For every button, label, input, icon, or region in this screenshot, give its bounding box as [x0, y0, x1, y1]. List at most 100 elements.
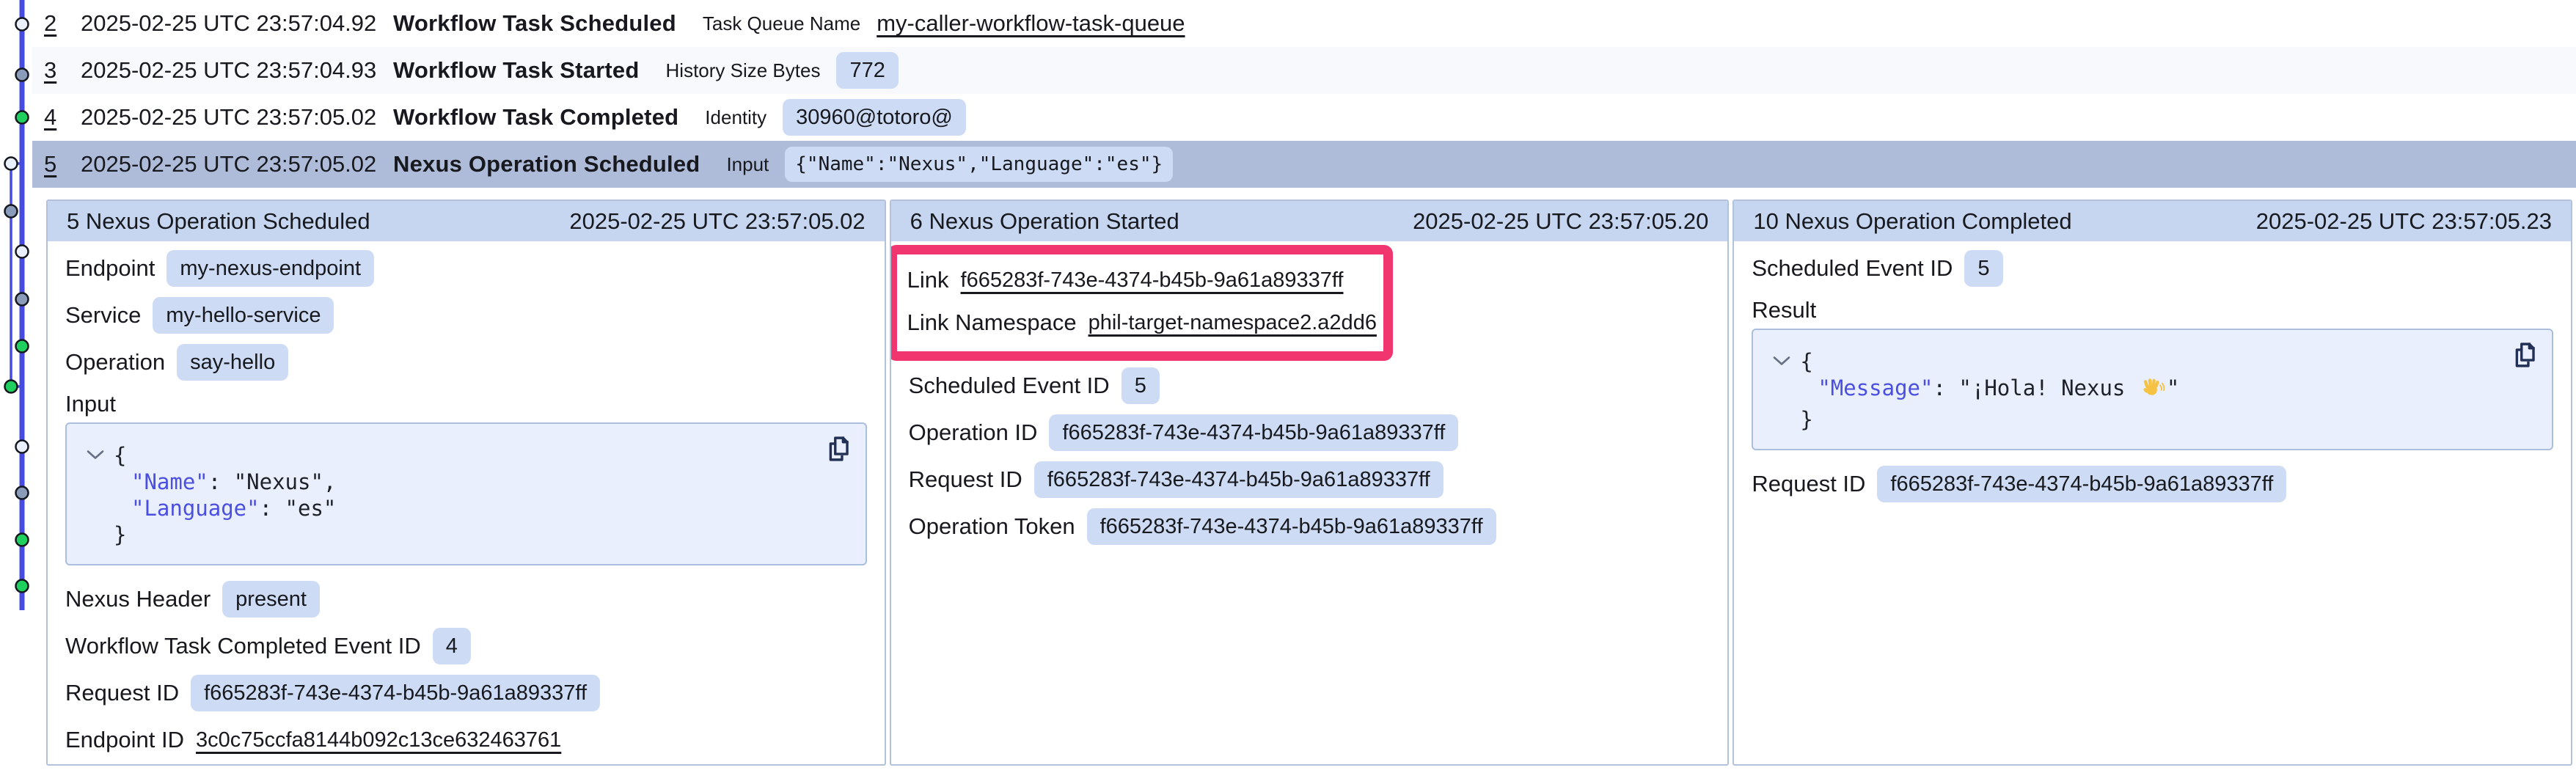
event-id-cell: 4 — [44, 104, 81, 131]
code-line: "Message": "¡Hola! Nexus " — [1772, 375, 2533, 406]
timeline-node-scheduled — [16, 18, 29, 31]
event-id-link[interactable]: 5 — [44, 151, 56, 177]
field-value-link[interactable]: f665283f-743e-4374-b45b-9a61a89337ff — [961, 268, 1344, 293]
code-line: "Name": "Nexus", — [86, 469, 846, 495]
event-detail-label: Input — [726, 153, 769, 176]
field-label: Endpoint — [65, 255, 155, 282]
field-label: Operation Token — [909, 513, 1075, 540]
field-label: Operation — [65, 349, 165, 375]
chevron-down-icon — [86, 450, 105, 461]
panel-body: Scheduled Event ID5 Result {"Message": "¡H… — [1734, 241, 2571, 508]
copy-icon — [826, 434, 851, 464]
timeline-node-scheduled — [16, 246, 29, 258]
event-detail-panel: 10 Nexus Operation Completed2025-02-25 U… — [1732, 199, 2572, 766]
event-id-link[interactable]: 3 — [44, 57, 56, 83]
detail-field-row: Workflow Task Completed Event ID 4 — [65, 623, 867, 670]
event-id-link[interactable]: 2 — [44, 10, 56, 36]
code-line: { — [1772, 346, 2533, 375]
code-line: } — [86, 521, 846, 548]
json-code-block: {"Message": "¡Hola! Nexus "} — [1752, 329, 2553, 450]
panel-timestamp: 2025-02-25 UTC 23:57:05.20 — [1413, 208, 1708, 235]
event-timestamp: 2025-02-25 UTC 23:57:04.93 — [81, 57, 393, 84]
field-value-link[interactable]: phil-target-namespace2.a2dd6 — [1088, 311, 1377, 335]
collapse-toggle[interactable] — [1772, 346, 1791, 373]
event-detail-panel: 5 Nexus Operation Scheduled 2025-02-25 UT… — [46, 199, 886, 766]
event-name: Nexus Operation Scheduled — [393, 151, 700, 177]
field-label: Result — [1752, 297, 1816, 323]
event-timestamp: 2025-02-25 UTC 23:57:05.02 — [81, 151, 393, 177]
field-label: Workflow Task Completed Event ID — [65, 633, 421, 659]
code-segment: " — [2167, 375, 2179, 400]
field-value-badge: my-nexus-endpoint — [167, 250, 374, 287]
field-value-badge: f665283f-743e-4374-b45b-9a61a89337ff — [1034, 461, 1443, 498]
code-segment: "Nexus" — [234, 469, 323, 494]
event-detail-label: Identity — [705, 106, 766, 129]
field-label: Request ID — [65, 680, 179, 706]
code-segment: "es" — [285, 496, 337, 521]
copy-button[interactable] — [2512, 340, 2537, 370]
detail-field-row: Operation Tokenf665283f-743e-4374-b45b-9… — [909, 503, 1710, 550]
code-segment: : — [260, 496, 285, 521]
panel-header: 6 Nexus Operation Started2025-02-25 UTC … — [891, 201, 1728, 241]
field-value-badge: f665283f-743e-4374-b45b-9a61a89337ff — [191, 675, 600, 711]
event-detail-badge: 30960@totoro@ — [783, 99, 966, 136]
detail-field-row: Request ID f665283f-743e-4374-b45b-9a61a8… — [65, 670, 867, 717]
panel-timestamp: 2025-02-25 UTC 23:57:05.02 — [569, 208, 865, 235]
detail-field-row: Link Namespacephil-target-namespace2.a2d… — [907, 301, 1373, 344]
wave-emoji — [2140, 376, 2165, 406]
detail-field-row: Request IDf665283f-743e-4374-b45b-9a61a8… — [909, 456, 1710, 503]
history-event-row[interactable]: 5 2025-02-25 UTC 23:57:05.02Nexus Operati… — [32, 141, 2576, 188]
annotation-highlight-box: Link f665283f-743e-4374-b45b-9a61a89337ff… — [890, 245, 1393, 361]
history-event-row[interactable]: 42025-02-25 UTC 23:57:05.02Workflow Task… — [32, 94, 2576, 141]
history-event-row[interactable]: 3 2025-02-25 UTC 23:57:04.93Workflow Task… — [32, 47, 2576, 94]
field-value-badge: my-hello-service — [153, 297, 334, 334]
history-event-row[interactable]: 22025-02-25 UTC 23:57:04.92Workflow Task… — [32, 0, 2576, 47]
detail-field-row: Endpoint ID3c0c75ccfa8144b092c13ce632463… — [65, 717, 867, 763]
timeline-node-started — [5, 205, 18, 218]
event-detail-link[interactable]: my-caller-workflow-task-queue — [877, 10, 1185, 37]
event-timestamp: 2025-02-25 UTC 23:57:05.02 — [81, 104, 393, 131]
code-line: } — [1772, 406, 2533, 433]
timeline-node-started — [16, 293, 29, 306]
copy-icon — [2512, 340, 2537, 370]
field-value-badge: 5 — [1964, 250, 2002, 287]
event-id-cell: 2 — [44, 10, 81, 37]
event-history-rows: 22025-02-25 UTC 23:57:04.92Workflow Task… — [32, 0, 2576, 188]
event-id-link[interactable]: 4 — [44, 104, 56, 130]
timeline-node-scheduled — [16, 441, 29, 453]
code-segment: "Language" — [131, 496, 260, 521]
field-value-link[interactable]: 3c0c75ccfa8144b092c13ce632463761 — [196, 728, 561, 752]
panel-title: 10 Nexus Operation Completed — [1753, 208, 2071, 235]
field-label: Link — [907, 267, 949, 293]
code-segment: { — [114, 443, 126, 468]
code-segment: : — [208, 469, 234, 494]
detail-field-row: Scheduled Event ID5 — [1752, 245, 2553, 292]
waving-hand-emoji — [2140, 376, 2165, 400]
code-line: { — [86, 440, 846, 469]
code-segment: "¡Hola! Nexus — [1958, 375, 2137, 400]
event-detail-label: History Size Bytes — [666, 59, 821, 82]
detail-field-row: Scheduled Event ID 5 — [909, 362, 1710, 409]
timeline-node-completed — [16, 534, 29, 546]
event-detail-badge: 772 — [836, 52, 898, 89]
collapse-toggle[interactable] — [86, 440, 105, 466]
copy-button[interactable] — [826, 434, 851, 464]
detail-field-row: Operation IDf665283f-743e-4374-b45b-9a61… — [909, 409, 1710, 456]
chevron-down-icon — [1772, 356, 1791, 367]
detail-field-row: Operationsay-hello — [65, 339, 867, 386]
event-detail-panels: 5 Nexus Operation Scheduled 2025-02-25 UT… — [46, 199, 2572, 766]
panel-body: Link f665283f-743e-4374-b45b-9a61a89337ff… — [891, 241, 1728, 550]
event-name: Workflow Task Scheduled — [393, 10, 676, 37]
event-detail-panel: 6 Nexus Operation Started2025-02-25 UTC … — [890, 199, 1730, 766]
field-value-badge: 5 — [1121, 367, 1160, 404]
panel-title: 5 Nexus Operation Scheduled — [67, 208, 370, 235]
timeline-node-completed — [5, 381, 18, 393]
detail-field-row: Endpoint my-nexus-endpoint — [65, 245, 867, 292]
code-segment: "Name" — [131, 469, 208, 494]
json-code-block: {"Name": "Nexus","Language": "es"} — [65, 422, 867, 565]
event-name: Workflow Task Started — [393, 57, 640, 84]
field-value-badge: 4 — [433, 628, 471, 664]
field-label-row: Input — [65, 386, 867, 422]
field-label: Scheduled Event ID — [909, 373, 1110, 399]
timeline-node-completed — [16, 340, 29, 353]
